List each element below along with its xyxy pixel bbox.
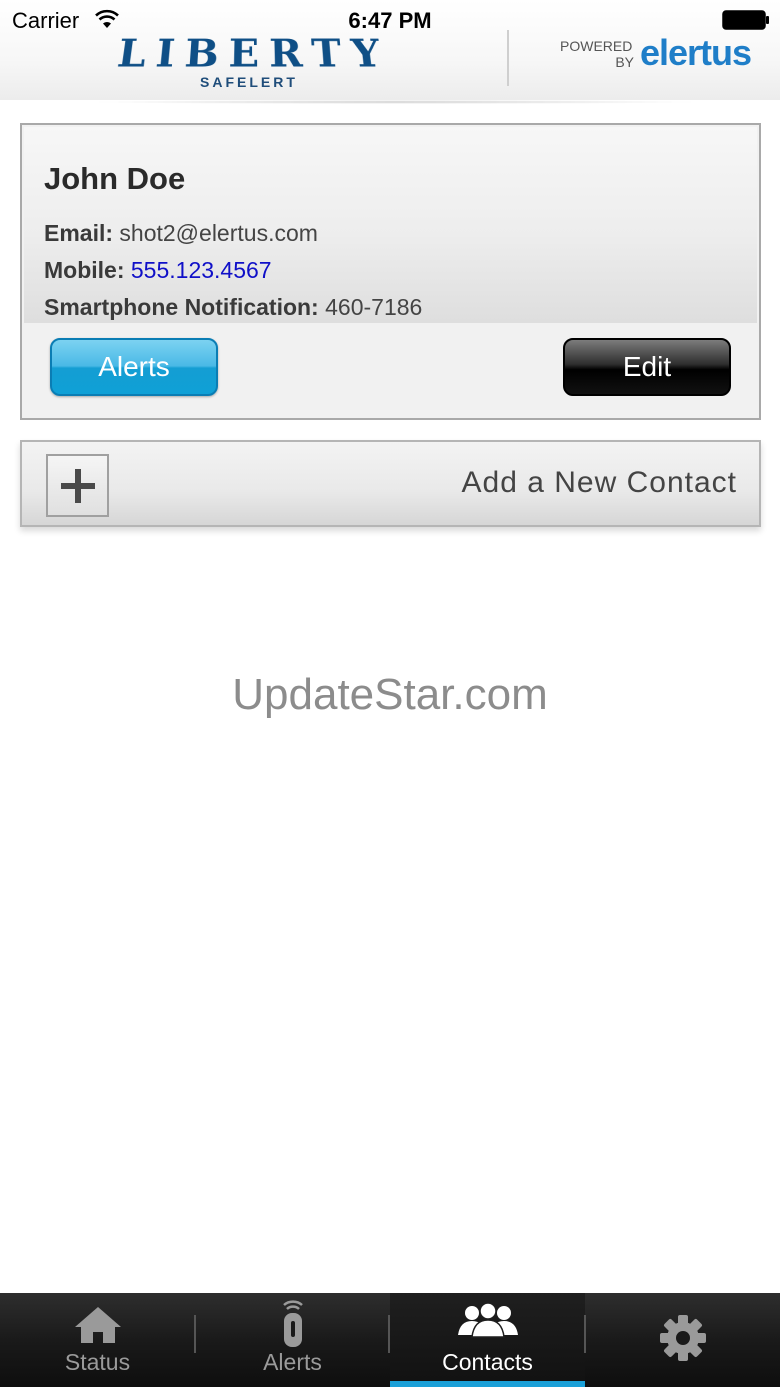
battery-icon [722,10,769,30]
add-new-contact-button[interactable]: Add a New Contact [20,440,761,527]
header-shadow [90,100,700,104]
edit-button[interactable]: Edit [563,338,731,396]
mobile-label: Mobile: [44,257,125,283]
powered-line-1: POWERED [560,38,633,54]
powered-line-2: BY [615,54,634,70]
gear-icon [659,1315,706,1361]
contact-name: John Doe [44,161,186,196]
contact-card: John Doe Email: shot2@elertus.com Mobile… [20,123,761,420]
email-label: Email: [44,220,114,246]
tab-alerts-label: Alerts [263,1349,322,1375]
add-contact-label: Add a New Contact [461,466,737,499]
watermark-text: UpdateStar.com [232,670,548,719]
tab-status[interactable]: Status [0,1293,195,1387]
home-icon [74,1307,121,1343]
email-value: shot2@elertus.com [119,220,318,246]
contact-mobile-row: Mobile: 555.123.4567 [44,257,272,284]
brand-subtitle: SAFELERT [200,74,298,90]
alerts-button[interactable]: Alerts [50,338,218,396]
app-header: Carrier 6:47 PM LIBERTY SAFELERT POWERED… [0,0,780,100]
tab-contacts[interactable]: Contacts [390,1293,585,1387]
tab-status-label: Status [64,1349,131,1375]
tab-bar: Status Alerts Contacts [0,1293,780,1387]
people-icon [457,1303,518,1338]
contact-notification-row: Smartphone Notification: 460-7186 [44,294,422,321]
liberty-logo: LIBERTY SAFELERT [115,30,394,92]
tab-contacts-label: Contacts [442,1349,533,1375]
active-tab-indicator [390,1381,585,1387]
tab-alerts[interactable]: Alerts [195,1293,390,1387]
notification-value: 460-7186 [325,294,423,320]
elertus-logo: elertus [640,32,752,73]
tab-settings[interactable] [585,1293,780,1387]
add-contact-icon-box [46,454,109,517]
powered-by-label: POWERED BY [560,38,636,70]
sensor-icon [282,1300,303,1347]
contact-email-row: Email: shot2@elertus.com [44,220,318,247]
contact-info-panel: John Doe Email: shot2@elertus.com Mobile… [24,127,757,323]
mobile-phone-link[interactable]: 555.123.4567 [131,257,272,283]
header-divider [507,30,509,86]
status-time: 6:47 PM [348,8,432,33]
brand-title: LIBERTY [114,31,394,77]
plus-icon [61,469,95,503]
notification-label: Smartphone Notification: [44,294,319,320]
